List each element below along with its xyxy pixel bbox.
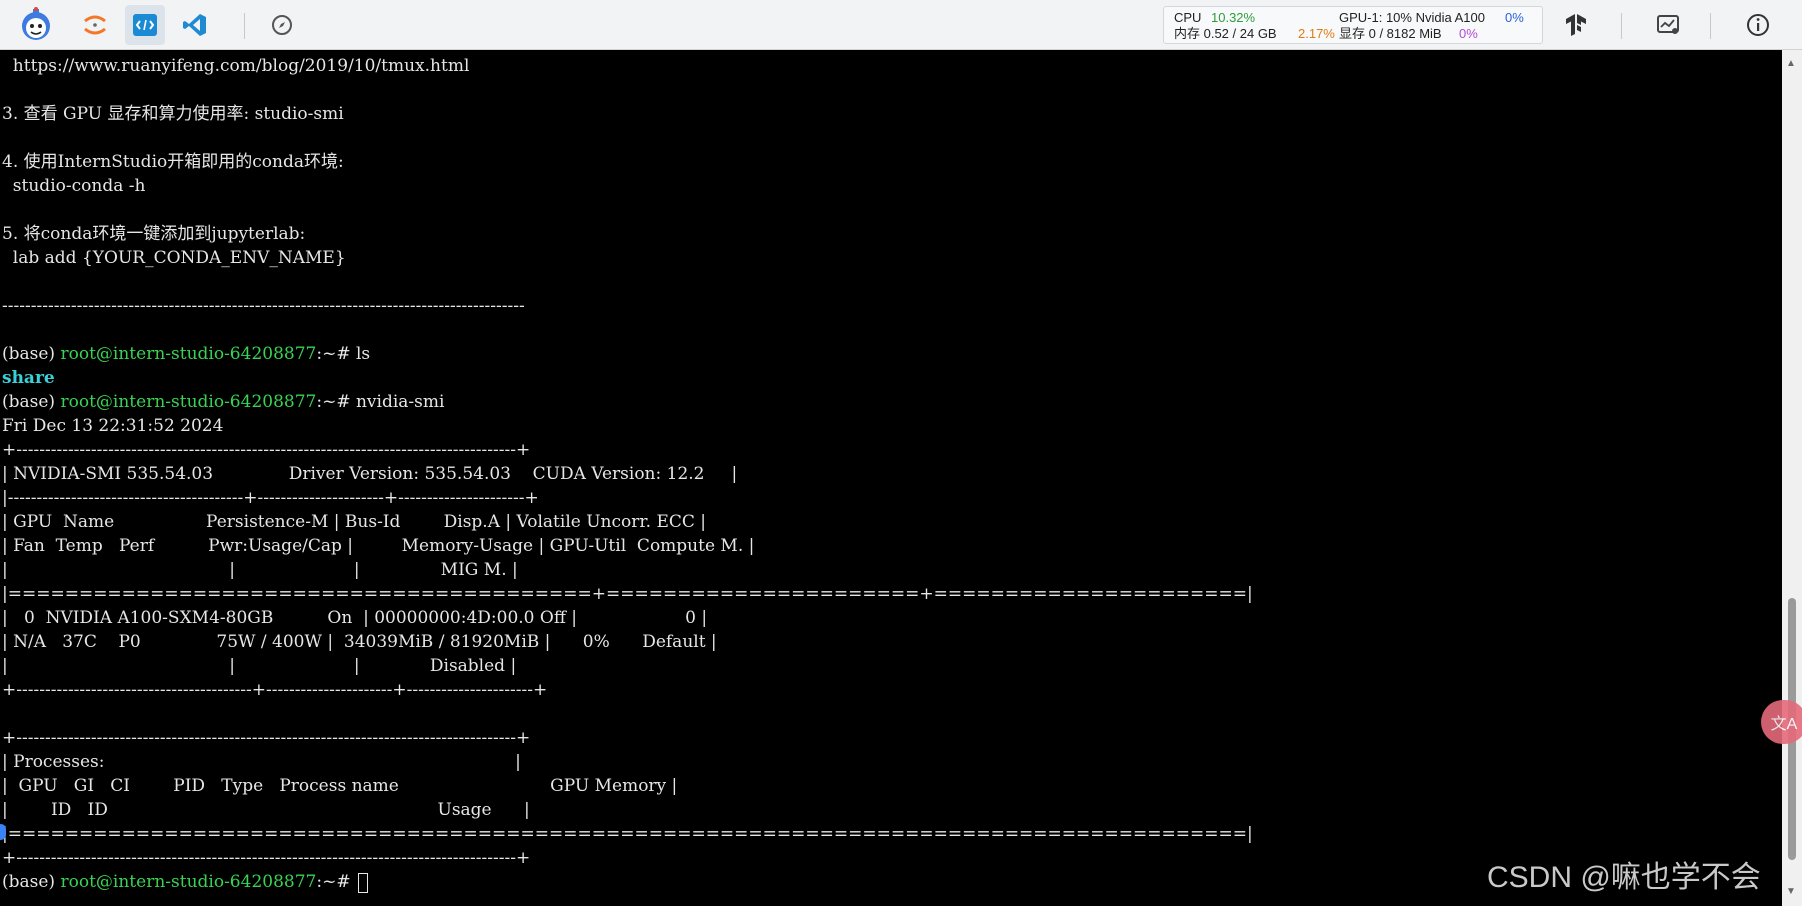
jupyter-icon [84, 15, 106, 35]
prompt-prefix: (base) [2, 872, 61, 892]
watermark: CSDN @嘛也学不会 [1487, 861, 1761, 894]
jupyter-mascot-logo[interactable] [16, 5, 56, 45]
prompt-prefix: (base) [2, 392, 61, 412]
command-text: nvidia-smi [355, 392, 445, 412]
processes-title: | Processes: | [2, 752, 521, 772]
smi-gpu-row: | 0 NVIDIA A100-SXM4-80GB On | 00000000:… [2, 608, 708, 628]
text-cursor [357, 872, 368, 893]
scroll-down-icon[interactable]: ▼ [1786, 886, 1796, 897]
active-prompt-line[interactable]: (base) root@intern-studio-64208877:~# [2, 870, 368, 894]
smi-column-header: | Fan Temp Perf Pwr:Usage/Cap | Memory-U… [2, 536, 755, 556]
explore-button[interactable] [262, 5, 302, 45]
smi-gpu-row: | | | Disabled | [2, 656, 517, 676]
terminal-line: https://www.ruanyifeng.com/blog/2019/10/… [2, 56, 470, 76]
info-icon [1747, 14, 1769, 36]
smi-header: | NVIDIA-SMI 535.54.03 Driver Version: 5… [2, 464, 738, 484]
terminal-line: 4. 使用InternStudio开箱即用的conda环境: [2, 152, 344, 172]
prompt-user-host: root@intern-studio-64208877 [60, 344, 317, 364]
smi-border: +---------------------------------------… [2, 680, 548, 700]
prompt-suffix: :~# [316, 872, 356, 892]
side-indicator [0, 824, 6, 840]
terminal-output[interactable]: https://www.ruanyifeng.com/blog/2019/10/… [0, 50, 1782, 906]
command-text: ls [355, 344, 371, 364]
terminal-line: 3. 查看 GPU 显存和算力使用率: studio-smi [2, 104, 344, 124]
vram-label: 显存 0 / 8182 MiB [1339, 26, 1442, 41]
cpu-value: 10.32% [1211, 10, 1256, 25]
processes-header: | ID ID Usage | [2, 800, 530, 820]
translate-button[interactable]: 文A [1761, 700, 1802, 744]
directory-listing: share [2, 368, 55, 388]
top-toolbar: CPU 10.32% GPU-1: 10% Nvidia A100 0% 内存 … [0, 0, 1802, 50]
tensorflow-button[interactable] [1556, 5, 1596, 45]
translate-icon: 文A [1770, 716, 1798, 733]
toolbar-divider [1710, 13, 1711, 39]
memory-value: 2.17% [1298, 26, 1335, 41]
prompt-user-host: root@intern-studio-64208877 [60, 872, 317, 892]
prompt-suffix: :~# [316, 392, 356, 412]
smi-border: |=======================================… [2, 824, 1253, 844]
code-terminal-icon [133, 14, 157, 36]
smi-gpu-row: | N/A 37C P0 75W / 400W | 34039MiB / 819… [2, 632, 717, 652]
tensorflow-icon [1566, 14, 1586, 36]
smi-column-header: | | | MIG M. | [2, 560, 518, 580]
prompt-suffix: :~# [316, 344, 356, 364]
jupyter-button[interactable] [75, 5, 115, 45]
vscode-icon [183, 14, 206, 36]
smi-column-header: | GPU Name Persistence-M | Bus-Id Disp.A… [2, 512, 706, 532]
smi-border: |---------------------------------------… [2, 488, 539, 508]
terminal-line: Fri Dec 13 22:31:52 2024 [2, 416, 224, 436]
gpu-label: GPU-1: 10% Nvidia A100 [1339, 10, 1485, 25]
cpu-label: CPU [1174, 10, 1202, 25]
prompt-user-host: root@intern-studio-64208877 [60, 392, 317, 412]
smi-border: +---------------------------------------… [2, 728, 531, 748]
smi-border: +---------------------------------------… [2, 440, 531, 460]
terminal-line: 5. 将conda环境一键添加到jupyterlab: [2, 224, 306, 244]
terminal-prompt-line: (base) root@intern-studio-64208877:~# ls [2, 342, 370, 366]
terminal-line: lab add {YOUR_CONDA_ENV_NAME} [2, 248, 346, 268]
compass-icon [272, 15, 292, 35]
vram-value: 0% [1459, 26, 1478, 41]
memory-label: 内存 0.52 / 24 GB [1174, 26, 1277, 41]
vscode-button[interactable] [175, 5, 215, 45]
scroll-up-icon[interactable]: ▲ [1786, 58, 1796, 69]
monitor-chart-icon [1657, 15, 1679, 34]
info-button[interactable] [1738, 5, 1778, 45]
resource-monitor: CPU 10.32% GPU-1: 10% Nvidia A100 0% 内存 … [1163, 6, 1543, 44]
monitor-button[interactable] [1648, 5, 1688, 45]
terminal-line: ----------------------------------------… [2, 296, 525, 316]
processes-header: | GPU GI CI PID Type Process name GPU Me… [2, 776, 678, 796]
toolbar-divider [244, 13, 245, 39]
terminal-button[interactable] [125, 5, 165, 45]
prompt-prefix: (base) [2, 344, 61, 364]
smi-border: +---------------------------------------… [2, 848, 531, 868]
smi-border: |=======================================… [2, 584, 1253, 604]
toolbar-divider [1621, 13, 1622, 39]
terminal-prompt-line: (base) root@intern-studio-64208877:~# nv… [2, 390, 444, 414]
terminal-line: studio-conda -h [2, 176, 146, 196]
robot-mascot-icon [22, 7, 50, 40]
gpu-value: 0% [1505, 10, 1524, 25]
